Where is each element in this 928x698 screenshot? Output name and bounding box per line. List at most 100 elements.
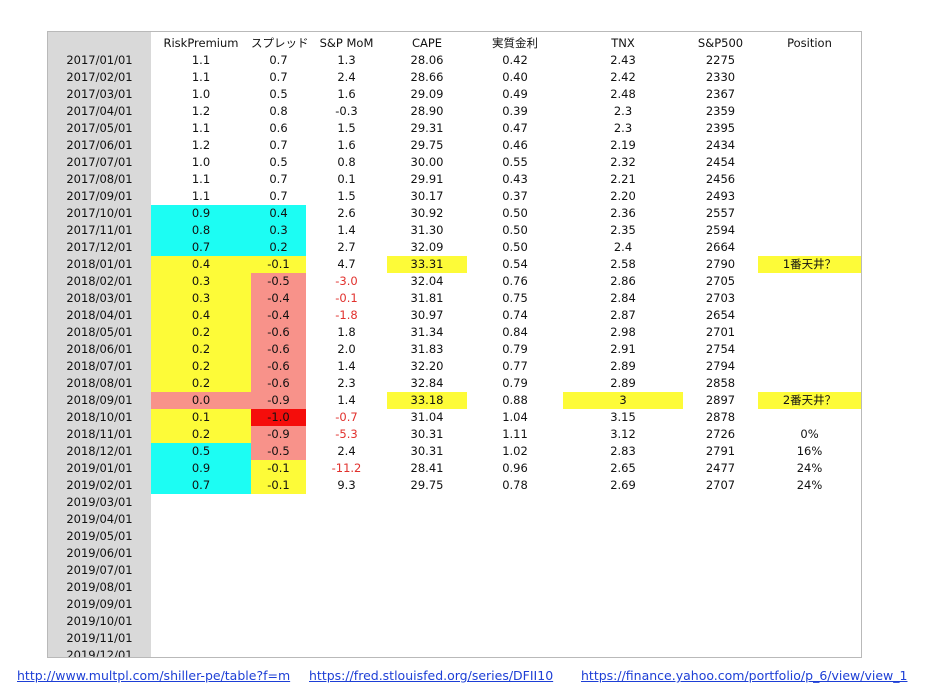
cell-sp-mom	[306, 596, 387, 613]
cell-sp500	[683, 647, 758, 657]
cell-sp500: 2897	[705, 393, 736, 407]
cell-sp500: 2664	[705, 240, 736, 254]
cell-cape: 29.75	[410, 478, 444, 492]
cell-position	[758, 188, 861, 205]
cell-cape: 28.06	[410, 53, 444, 67]
cell-spread: -0.6	[251, 358, 306, 375]
cell-spread: -0.1	[251, 460, 306, 477]
cell-real-rate	[467, 494, 563, 511]
cell-real-rate: 0.84	[502, 325, 528, 339]
link-fred-dfii10[interactable]: https://fred.stlouisfed.org/series/DFII1…	[309, 668, 553, 683]
cell-real-rate: 0.39	[502, 104, 528, 118]
cell-tnx: 2.32	[610, 155, 636, 169]
cell-spread: -0.5	[251, 443, 306, 460]
cell-sp500: 2493	[705, 189, 736, 203]
cell-riskpremium: 1.0	[191, 155, 211, 169]
cell-position	[758, 52, 861, 69]
cell-position	[758, 154, 861, 171]
cell-real-rate: 0.47	[502, 121, 528, 135]
cell-spread: 0.7	[269, 172, 288, 186]
cell-position	[758, 307, 861, 324]
row-date: 2017/11/01	[66, 223, 133, 237]
cell-position: 2番天井？	[758, 392, 861, 409]
cell-real-rate: 0.55	[502, 155, 528, 169]
cell-real-rate	[467, 647, 563, 657]
cell-sp-mom	[306, 511, 387, 528]
row-date: 2018/11/01	[66, 427, 133, 441]
cell-tnx	[563, 494, 683, 511]
row-date: 2019/05/01	[66, 529, 133, 543]
cell-position	[758, 222, 861, 239]
table-row: 2017/04/01 1.2 0.8 -0.3 28.90 0.39 2.3 2359	[48, 103, 861, 120]
cell-real-rate: 0.50	[502, 240, 528, 254]
cell-riskpremium: 0.5	[151, 443, 251, 460]
cell-riskpremium: 0.8	[151, 222, 251, 239]
cell-real-rate: 0.79	[502, 376, 528, 390]
cell-sp500: 2794	[705, 359, 736, 373]
cell-riskpremium: 1.1	[191, 172, 211, 186]
cell-position	[758, 86, 861, 103]
cell-sp500	[683, 494, 758, 511]
link-multpl-shiller-pe[interactable]: http://www.multpl.com/shiller-pe/table?f…	[17, 668, 290, 683]
cell-spread: 0.5	[269, 87, 288, 101]
cell-sp500: 2726	[705, 427, 736, 441]
cell-position	[758, 103, 861, 120]
table-row: 2019/02/01 0.7 -0.1 9.3 29.75 0.78 2.69 2707 24%	[48, 477, 861, 494]
cell-tnx: 2.43	[610, 53, 636, 67]
cell-cape: 29.09	[410, 87, 444, 101]
table-row: 2017/03/01 1.0 0.5 1.6 29.09 0.49 2.48 2367	[48, 86, 861, 103]
row-date: 2017/08/01	[66, 172, 133, 186]
table-row: 2018/10/01 0.1 -1.0 -0.7 31.04 1.04 3.15 2878	[48, 409, 861, 426]
cell-tnx	[563, 511, 683, 528]
cell-cape: 30.97	[410, 308, 444, 322]
cell-cape: 32.84	[410, 376, 444, 390]
cell-position	[758, 137, 861, 154]
link-yahoo-portfolio[interactable]: https://finance.yahoo.com/portfolio/p_6/…	[581, 668, 907, 683]
cell-sp500	[683, 511, 758, 528]
table-row: 2018/08/01 0.2 -0.6 2.3 32.84 0.79 2.89 2858	[48, 375, 861, 392]
cell-spread	[251, 511, 306, 528]
table-row: 2018/03/01 0.3 -0.4 -0.1 31.81 0.75 2.84 2703	[48, 290, 861, 307]
cell-riskpremium: 0.2	[151, 358, 251, 375]
cell-cape: 28.90	[410, 104, 444, 118]
cell-cape	[387, 647, 467, 657]
cell-real-rate: 1.04	[502, 410, 528, 424]
cell-cape	[387, 579, 467, 596]
cell-sp500: 2434	[705, 138, 736, 152]
cell-cape: 31.83	[410, 342, 444, 356]
row-date: 2019/12/01	[66, 648, 133, 658]
cell-spread: 0.5	[269, 155, 288, 169]
cell-tnx: 3.15	[610, 410, 636, 424]
header-cape: CAPE	[411, 36, 443, 50]
cell-tnx: 2.91	[610, 342, 636, 356]
cell-tnx: 2.3	[613, 121, 633, 135]
cell-sp-mom	[306, 494, 387, 511]
cell-tnx: 2.58	[610, 257, 636, 271]
cell-real-rate: 0.43	[502, 172, 528, 186]
cell-sp-mom: -5.3	[335, 427, 358, 441]
cell-sp500	[683, 562, 758, 579]
cell-spread	[251, 579, 306, 596]
header-spread: スプレッド	[251, 36, 309, 50]
cell-cape: 31.81	[410, 291, 444, 305]
cell-sp-mom	[306, 647, 387, 657]
cell-sp-mom: 1.3	[337, 53, 356, 67]
cell-spread: -0.4	[251, 290, 306, 307]
row-date: 2018/03/01	[66, 291, 133, 305]
cell-tnx	[563, 647, 683, 657]
cell-sp500	[683, 613, 758, 630]
cell-real-rate: 0.50	[502, 223, 528, 237]
cell-position	[758, 290, 861, 307]
cell-riskpremium: 0.3	[151, 273, 251, 290]
table-row: 2019/07/01	[48, 562, 861, 579]
table-row: 2019/05/01	[48, 528, 861, 545]
source-links: http://www.multpl.com/shiller-pe/table?f…	[0, 668, 928, 684]
row-date: 2018/06/01	[66, 342, 133, 356]
cell-riskpremium	[151, 647, 251, 657]
cell-spread	[251, 494, 306, 511]
cell-real-rate	[467, 613, 563, 630]
cell-sp500: 2654	[705, 308, 736, 322]
cell-sp-mom: 1.4	[337, 393, 356, 407]
cell-real-rate: 0.49	[502, 87, 528, 101]
cell-sp500: 2454	[705, 155, 736, 169]
